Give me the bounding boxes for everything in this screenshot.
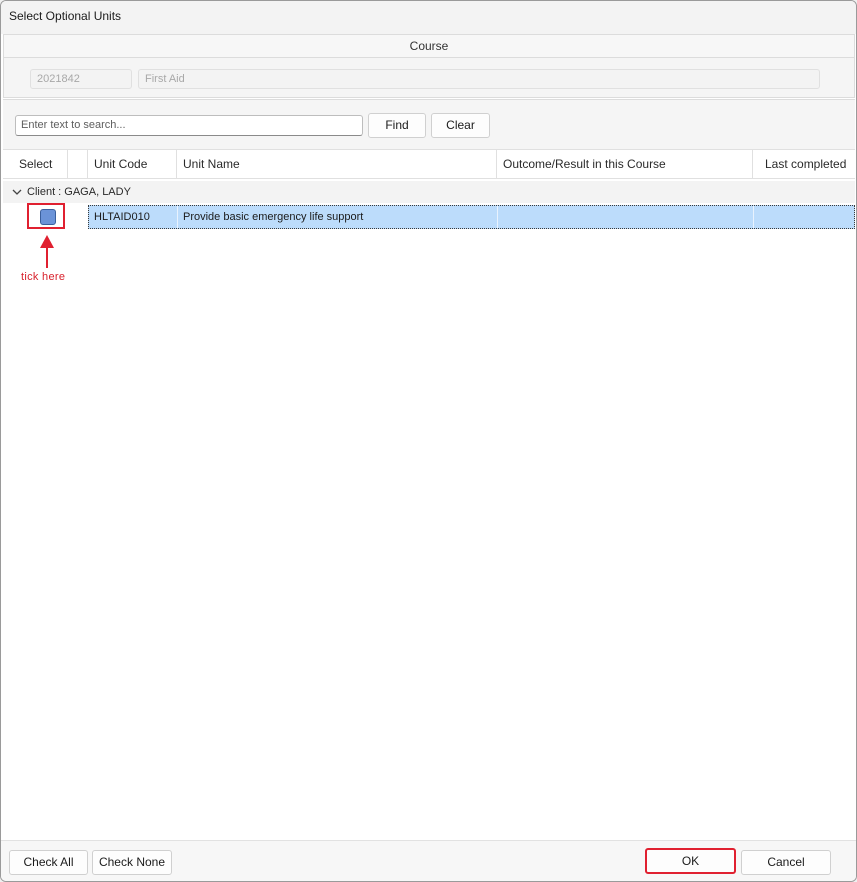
course-name-field: First Aid [138,69,820,89]
cell-outcome [498,206,754,228]
dialog-title: Select Optional Units [1,1,856,34]
group-row-client[interactable]: Client : GAGA, LADY [3,181,855,203]
column-header-last-completed[interactable]: Last completed [753,150,855,178]
cancel-button[interactable]: Cancel [741,850,831,875]
search-input[interactable]: Enter text to search... [15,115,363,136]
column-header-select[interactable]: Select [13,150,68,178]
column-header-blank [68,150,88,178]
arrow-up-icon [40,235,54,268]
group-label: Client : GAGA, LADY [27,186,131,198]
clear-button[interactable]: Clear [431,113,490,138]
chevron-down-icon[interactable] [11,181,23,203]
find-button[interactable]: Find [368,113,426,138]
column-header-unit-code[interactable]: Unit Code [88,150,177,178]
row-selection-highlight: HLTAID010 Provide basic emergency life s… [88,205,855,229]
course-panel: Course 2021842 First Aid [3,34,855,98]
dialog-footer: Check All Check None OK Cancel [1,840,856,881]
ok-button[interactable]: OK [645,848,736,874]
select-optional-units-dialog: Select Optional Units Course 2021842 Fir… [0,0,857,882]
cell-unit-code: HLTAID010 [89,206,178,228]
check-none-button[interactable]: Check None [92,850,172,875]
grid-header: Select Unit Code Unit Name Outcome/Resul… [3,149,855,179]
table-row[interactable]: HLTAID010 Provide basic emergency life s… [3,205,855,229]
annotation-highlight-box [27,203,65,229]
search-panel: Enter text to search... Find Clear [3,99,855,149]
cell-unit-name: Provide basic emergency life support [178,206,498,228]
column-header-outcome[interactable]: Outcome/Result in this Course [497,150,753,178]
course-code-field: 2021842 [30,69,132,89]
cell-last-completed [754,206,854,228]
check-all-button[interactable]: Check All [9,850,88,875]
course-header: Course [4,35,854,58]
column-header-unit-name[interactable]: Unit Name [177,150,497,178]
annotation-text: tick here [21,271,66,283]
